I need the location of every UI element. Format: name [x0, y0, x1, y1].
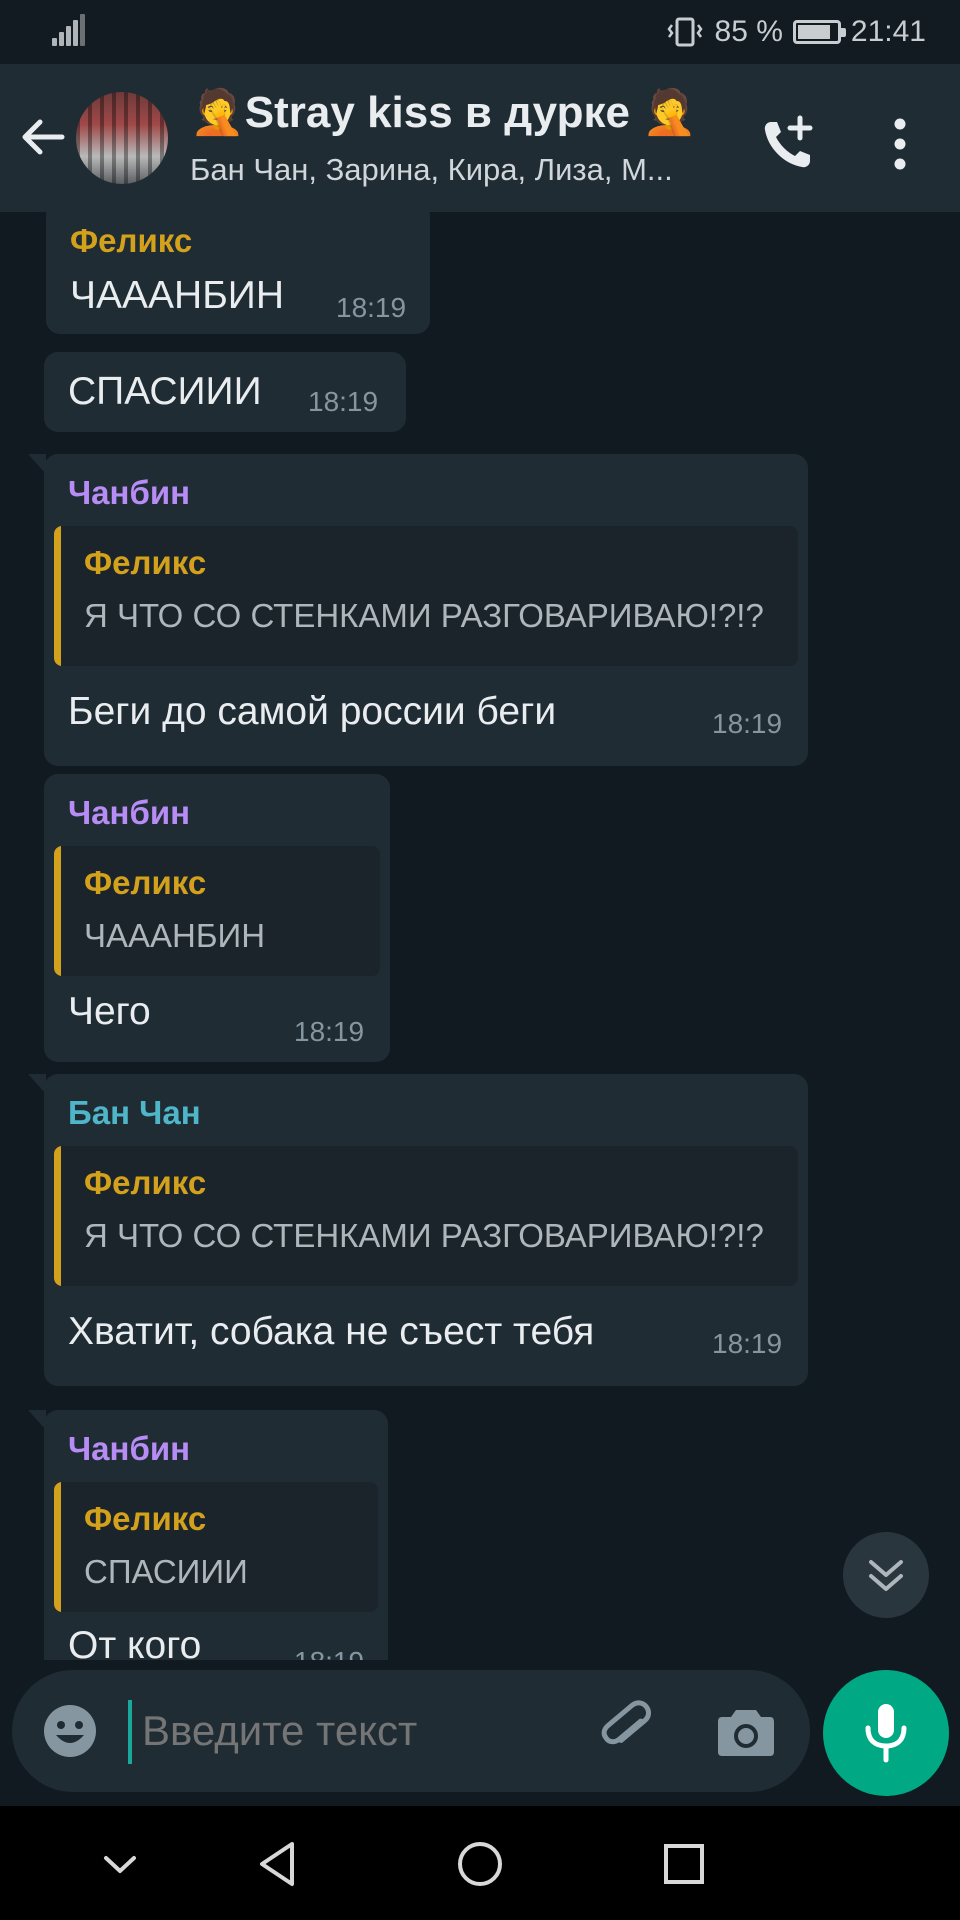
message-time: 18:19 [336, 292, 407, 323]
quoted-message[interactable]: Феликс СПАСИИИ [54, 1482, 378, 1612]
quote-author: Феликс [84, 1164, 207, 1201]
message-bubble[interactable]: Чанбин Феликс ЧАААНБИН Чего 18:19 [44, 774, 390, 1062]
sender-name: Феликс [70, 222, 193, 259]
message-time: 18:19 [712, 1328, 783, 1359]
camera-icon[interactable] [716, 1704, 776, 1760]
quote-text: СПАСИИИ [84, 1553, 248, 1590]
quote-bar [54, 1482, 61, 1612]
system-nav-bar [0, 1806, 960, 1920]
group-members[interactable]: Бан Чан, Зарина, Кира, Лиза, М... [190, 152, 730, 188]
quote-author: Феликс [84, 1500, 207, 1537]
sender-name: Чанбин [68, 794, 191, 831]
message-text: От кого [68, 1624, 202, 1660]
message-time: 18:19 [294, 1016, 365, 1047]
message-bubble[interactable]: Чанбин Феликс Я ЧТО СО СТЕНКАМИ РАЗГОВАР… [28, 454, 808, 766]
message-input[interactable] [140, 1706, 444, 1756]
quote-author: Феликс [84, 544, 207, 581]
battery-fill [797, 25, 830, 39]
message-bubble[interactable]: Бан Чан Феликс Я ЧТО СО СТЕНКАМИ РАЗГОВА… [28, 1074, 808, 1386]
message-bubble[interactable]: Чанбин Феликс СПАСИИИ От кого 18:19 [28, 1410, 388, 1660]
quote-author: Феликс [84, 864, 207, 901]
quote-text: Я ЧТО СО СТЕНКАМИ РАЗГОВАРИВАЮ!?!? [84, 1217, 764, 1254]
message-composer [12, 1670, 810, 1792]
message-bubble[interactable]: СПАСИИИ 18:19 [44, 352, 406, 432]
quoted-message[interactable]: Феликс ЧАААНБИН [54, 846, 380, 976]
quoted-message[interactable]: Феликс Я ЧТО СО СТЕНКАМИ РАЗГОВАРИВАЮ!?!… [54, 526, 798, 666]
recents-square-icon[interactable] [656, 1836, 712, 1892]
message-text: Чего [68, 990, 151, 1033]
chevron-down-icon[interactable] [92, 1836, 148, 1892]
quote-bar [54, 526, 61, 666]
message-time: 18:19 [294, 1646, 364, 1660]
battery-percent: 85 % [714, 15, 783, 48]
chat-header: 🤦Stray kiss в дурке 🤦 Бан Чан, Зарина, К… [0, 64, 960, 212]
group-title[interactable]: 🤦Stray kiss в дурке 🤦 [190, 86, 750, 138]
status-time: 21:41 [850, 15, 926, 48]
message-time: 18:19 [308, 386, 379, 417]
message-list[interactable]: Феликс ЧАААНБИН 18:19 СПАСИИИ 18:19 Чанб… [0, 212, 960, 1660]
quote-bar [54, 1146, 61, 1286]
mic-icon [865, 1704, 907, 1763]
message-time: 18:19 [712, 708, 783, 739]
message-bubble[interactable]: Феликс ЧАААНБИН 18:19 [46, 212, 430, 334]
quoted-message[interactable]: Феликс Я ЧТО СО СТЕНКАМИ РАЗГОВАРИВАЮ!?!… [54, 1146, 798, 1286]
message-text: СПАСИИИ [68, 370, 262, 413]
sender-name: Бан Чан [68, 1094, 201, 1131]
home-circle-icon[interactable] [452, 1836, 508, 1892]
message-text: Хватит, собака не съест тебя [68, 1310, 595, 1353]
add-call-icon[interactable] [758, 114, 818, 174]
double-chevron-down-icon [869, 1560, 903, 1591]
group-avatar[interactable] [76, 92, 168, 184]
back-triangle-icon[interactable] [250, 1836, 306, 1892]
scroll-to-bottom-button[interactable] [843, 1532, 929, 1618]
battery-icon [792, 20, 846, 44]
more-vert-icon[interactable] [880, 114, 920, 174]
message-text: ЧАААНБИН [70, 274, 284, 317]
quote-text: Я ЧТО СО СТЕНКАМИ РАЗГОВАРИВАЮ!?!? [84, 597, 764, 634]
quote-text: ЧАААНБИН [84, 917, 266, 954]
text-caret [128, 1700, 132, 1764]
back-arrow-icon[interactable] [18, 112, 68, 162]
message-text: Беги до самой россии беги [68, 690, 557, 733]
quote-bar [54, 846, 61, 976]
voice-message-button[interactable] [823, 1670, 949, 1796]
signal-icon [52, 14, 86, 46]
attach-icon[interactable] [596, 1698, 660, 1762]
sender-name: Чанбин [68, 474, 191, 511]
emoji-icon[interactable] [42, 1703, 98, 1759]
status-bar: 85 % 21:41 [0, 0, 960, 64]
vibrate-icon [666, 17, 703, 47]
sender-name: Чанбин [68, 1430, 191, 1467]
